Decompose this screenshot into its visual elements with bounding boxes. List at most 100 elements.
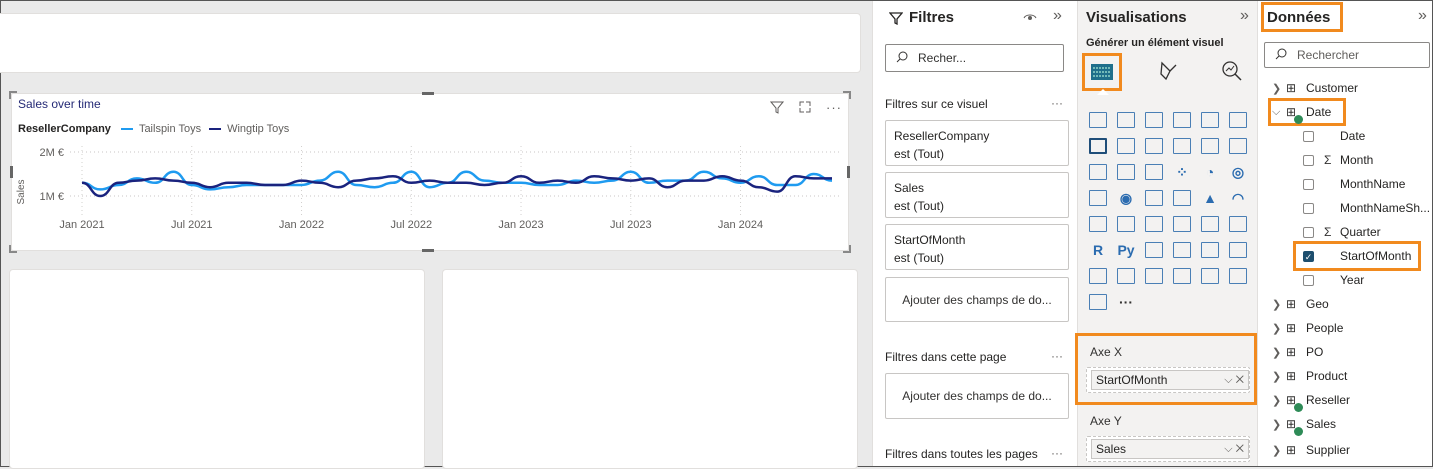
- table-geo[interactable]: ❯ ⊞ Geo: [1272, 293, 1329, 315]
- resize-handle-bottom[interactable]: [422, 249, 434, 252]
- filter-card-sales[interactable]: Sales est (Tout): [885, 172, 1069, 218]
- area-chart-visual-icon[interactable]: [1112, 133, 1140, 159]
- checkbox[interactable]: [1303, 226, 1314, 238]
- axis-y-field-pill[interactable]: Sales ⌵ ✕: [1091, 439, 1249, 459]
- table-supplier[interactable]: ❯ ⊞ Supplier: [1272, 439, 1350, 461]
- chevron-down-icon[interactable]: ⌵: [1272, 106, 1286, 119]
- stacked-area-visual-icon[interactable]: [1140, 133, 1168, 159]
- table-sales[interactable]: ❯ ⊞ Sales: [1272, 413, 1336, 435]
- axis-x-field-pill[interactable]: StartOfMonth ⌵ ✕: [1091, 370, 1249, 390]
- card-visual-icon[interactable]: [1084, 211, 1112, 237]
- table-reseller[interactable]: ❯ ⊞ Reseller: [1272, 389, 1350, 411]
- power-apps-visual-icon[interactable]: [1168, 263, 1196, 289]
- field-quarter[interactable]: Σ Quarter: [1303, 221, 1381, 243]
- narrative-visual-icon[interactable]: [1224, 237, 1252, 263]
- treemap-visual-icon[interactable]: [1084, 185, 1112, 211]
- map-visual-icon[interactable]: ◉: [1112, 185, 1140, 211]
- collapse-data-icon[interactable]: »: [1418, 7, 1427, 25]
- key-influencers-visual-icon[interactable]: [1140, 237, 1168, 263]
- multi-row-card-visual-icon[interactable]: [1112, 211, 1140, 237]
- 100-column-visual-icon[interactable]: [1224, 107, 1252, 133]
- checkbox[interactable]: [1303, 202, 1314, 214]
- axis-x-well[interactable]: StartOfMonth ⌵ ✕: [1086, 367, 1250, 393]
- add-data-fields-page[interactable]: Ajouter des champs de do...: [885, 373, 1069, 419]
- resize-corner-br[interactable]: [843, 245, 851, 253]
- resize-corner-tr[interactable]: [843, 91, 851, 99]
- resize-handle-top[interactable]: [422, 92, 434, 95]
- checkbox[interactable]: [1303, 274, 1314, 286]
- data-search-input[interactable]: Rechercher: [1264, 42, 1430, 68]
- scatter-visual-icon[interactable]: ⁘: [1168, 159, 1196, 185]
- add-data-fields-visual[interactable]: Ajouter des champs de do...: [885, 277, 1069, 322]
- paginated-visual-icon[interactable]: [1112, 263, 1140, 289]
- trophy-visual-icon[interactable]: [1084, 263, 1112, 289]
- filled-map-visual-icon[interactable]: [1140, 185, 1168, 211]
- gauge-visual-icon[interactable]: ◠: [1224, 185, 1252, 211]
- line-chart-visual-icon[interactable]: [1084, 133, 1112, 159]
- slicer-visual-icon[interactable]: [1168, 211, 1196, 237]
- build-visual-tab[interactable]: [1082, 53, 1122, 91]
- field-date[interactable]: Date: [1303, 125, 1365, 147]
- field-month[interactable]: Σ Month: [1303, 149, 1373, 171]
- 100-bar-visual-icon[interactable]: [1196, 107, 1224, 133]
- chevron-right-icon[interactable]: ❯: [1272, 418, 1286, 431]
- resize-corner-tl[interactable]: [9, 91, 17, 99]
- field-monthnameshort[interactable]: MonthNameSh...: [1303, 197, 1430, 219]
- chevron-right-icon[interactable]: ❯: [1272, 322, 1286, 335]
- more-visual-icon[interactable]: ···: [1112, 289, 1140, 315]
- bottom-left-visual-card[interactable]: [9, 269, 425, 469]
- resize-corner-bl[interactable]: [9, 245, 17, 253]
- focus-mode-icon[interactable]: [798, 100, 812, 117]
- series-line-tailspin-toys[interactable]: [81, 170, 833, 191]
- remove-field-icon[interactable]: ✕: [1236, 443, 1244, 455]
- decomposition-tree-visual-icon[interactable]: [1168, 237, 1196, 263]
- chevron-down-icon[interactable]: ⌵: [1224, 443, 1232, 455]
- chevron-right-icon[interactable]: ❯: [1272, 82, 1286, 95]
- checkbox[interactable]: [1303, 178, 1314, 190]
- checkbox-checked[interactable]: ✓: [1303, 250, 1314, 262]
- checkbox[interactable]: [1303, 154, 1314, 166]
- filter-icon[interactable]: [769, 100, 785, 117]
- shape-map-visual-icon[interactable]: [1168, 185, 1196, 211]
- collapse-viz-icon[interactable]: »: [1240, 7, 1249, 25]
- azure-map-visual-icon[interactable]: ▲: [1196, 185, 1224, 211]
- clustered-column-visual-icon[interactable]: [1168, 107, 1196, 133]
- filters-on-page-more-icon[interactable]: ···: [1051, 349, 1063, 363]
- analytics-tab[interactable]: [1214, 53, 1250, 89]
- chevron-down-icon[interactable]: ⌵: [1224, 374, 1232, 386]
- kpi-visual-icon[interactable]: [1140, 211, 1168, 237]
- r-visual-visual-icon[interactable]: R: [1084, 237, 1112, 263]
- filters-on-visual-more-icon[interactable]: ···: [1051, 96, 1063, 110]
- table-visual-icon[interactable]: [1196, 211, 1224, 237]
- resize-handle-right[interactable]: [847, 166, 850, 178]
- filter-card-startofmonth[interactable]: StartOfMonth est (Tout): [885, 224, 1069, 270]
- matrix-visual-icon[interactable]: [1224, 211, 1252, 237]
- resize-handle-left[interactable]: [10, 166, 13, 178]
- filters-search-input[interactable]: Recher...: [885, 44, 1064, 72]
- filters-all-pages-more-icon[interactable]: ···: [1051, 446, 1063, 460]
- diamond-visual-icon[interactable]: [1224, 263, 1252, 289]
- chevron-right-icon[interactable]: ❯: [1272, 394, 1286, 407]
- line-column-visual-icon[interactable]: [1224, 133, 1252, 159]
- table-product[interactable]: ❯ ⊞ Product: [1272, 365, 1347, 387]
- line-chart-visual[interactable]: Sales over time ··· ResellerCompany Tail…: [9, 91, 851, 253]
- table-people[interactable]: ❯ ⊞ People: [1272, 317, 1343, 339]
- format-visual-tab[interactable]: [1150, 53, 1186, 89]
- eye-icon[interactable]: [1023, 11, 1037, 26]
- python-visual-visual-icon[interactable]: Py: [1112, 237, 1140, 263]
- funnel-visual-icon[interactable]: [1140, 159, 1168, 185]
- field-year[interactable]: Year: [1303, 269, 1364, 291]
- waterfall-visual-icon[interactable]: [1196, 133, 1224, 159]
- table-po[interactable]: ❯ ⊞ PO: [1272, 341, 1323, 363]
- chevron-right-icon[interactable]: ❯: [1272, 444, 1286, 457]
- top-visual-card[interactable]: [0, 13, 861, 73]
- field-monthname[interactable]: MonthName: [1303, 173, 1405, 195]
- ribbon-visual-icon[interactable]: [1168, 133, 1196, 159]
- pie-visual-icon[interactable]: ◔: [1196, 159, 1224, 185]
- power-automate-visual-icon[interactable]: [1196, 263, 1224, 289]
- bottom-right-visual-card[interactable]: [442, 269, 858, 469]
- funnel-chart-visual-icon[interactable]: [1112, 159, 1140, 185]
- field-startofmonth[interactable]: ✓ StartOfMonth: [1303, 245, 1411, 267]
- chevron-visual-icon[interactable]: [1084, 289, 1112, 315]
- filter-card-resellercompany[interactable]: ResellerCompany est (Tout): [885, 120, 1069, 166]
